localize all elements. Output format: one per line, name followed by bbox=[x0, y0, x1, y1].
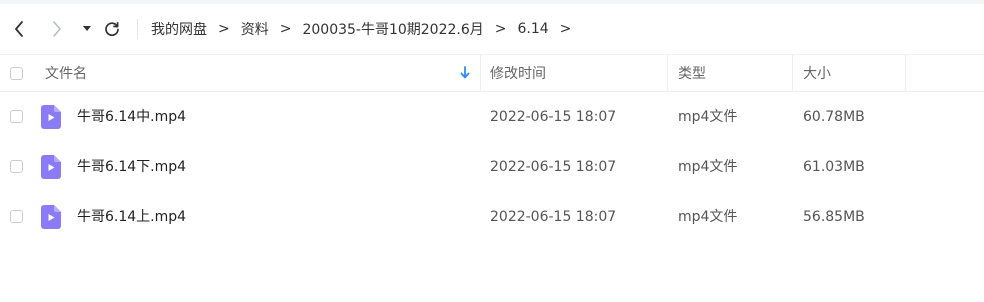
file-name[interactable]: 牛哥6.14下.mp4 bbox=[77, 157, 186, 177]
caret-down-icon bbox=[83, 26, 91, 31]
refresh-icon bbox=[105, 21, 119, 36]
file-size: 61.03MB bbox=[803, 159, 865, 175]
column-header-size[interactable]: 大小 bbox=[803, 55, 831, 91]
arrow-down-icon[interactable] bbox=[459, 65, 471, 81]
history-dropdown-button[interactable] bbox=[76, 16, 98, 42]
breadcrumb-separator: > bbox=[494, 21, 507, 37]
breadcrumb-item-course-folder[interactable]: 200035-牛哥10期2022.6月 bbox=[302, 19, 483, 39]
column-divider[interactable] bbox=[480, 55, 481, 91]
file-list-header: 文件名 修改时间 类型 大小 bbox=[0, 54, 984, 92]
breadcrumb-separator: > bbox=[218, 21, 230, 37]
column-header-type[interactable]: 类型 bbox=[678, 55, 706, 91]
file-row[interactable]: 牛哥6.14下.mp4 2022-06-15 18:07 mp4文件 61.03… bbox=[0, 142, 984, 192]
file-size: 60.78MB bbox=[803, 109, 865, 125]
chevron-right-icon bbox=[53, 21, 61, 37]
file-modified: 2022-06-15 18:07 bbox=[490, 109, 617, 125]
file-row[interactable]: 牛哥6.14上.mp4 2022-06-15 18:07 mp4文件 56.85… bbox=[0, 192, 984, 242]
file-type: mp4文件 bbox=[678, 159, 738, 175]
back-button[interactable] bbox=[8, 16, 30, 42]
column-divider[interactable] bbox=[905, 55, 906, 91]
video-file-icon bbox=[41, 205, 61, 229]
file-row[interactable]: 牛哥6.14中.mp4 2022-06-15 18:07 mp4文件 60.78… bbox=[0, 92, 984, 142]
chevron-left-icon bbox=[15, 21, 23, 37]
row-checkbox[interactable] bbox=[10, 210, 23, 223]
row-checkbox[interactable] bbox=[10, 110, 23, 123]
breadcrumb-separator: > bbox=[279, 21, 292, 37]
breadcrumb-item-root[interactable]: 我的网盘 bbox=[151, 19, 207, 39]
row-checkbox[interactable] bbox=[10, 160, 23, 173]
file-modified: 2022-06-15 18:07 bbox=[490, 159, 617, 175]
file-type: mp4文件 bbox=[678, 109, 738, 125]
file-modified: 2022-06-15 18:07 bbox=[490, 209, 617, 225]
breadcrumb-item-materials[interactable]: 资料 bbox=[241, 19, 269, 39]
column-divider[interactable] bbox=[667, 55, 668, 91]
video-file-icon bbox=[41, 155, 61, 179]
file-name[interactable]: 牛哥6.14中.mp4 bbox=[77, 107, 186, 127]
breadcrumb: 我的网盘 > 资料 > 200035-牛哥10期2022.6月 > 6.14 > bbox=[151, 19, 582, 39]
navigation-bar: 我的网盘 > 资料 > 200035-牛哥10期2022.6月 > 6.14 > bbox=[0, 4, 984, 54]
column-header-modified[interactable]: 修改时间 bbox=[490, 55, 546, 91]
forward-button[interactable] bbox=[46, 16, 68, 42]
breadcrumb-item-current[interactable]: 6.14 bbox=[518, 21, 549, 37]
video-file-icon bbox=[41, 105, 61, 129]
file-size: 56.85MB bbox=[803, 209, 865, 225]
file-type: mp4文件 bbox=[678, 209, 738, 225]
column-divider[interactable] bbox=[792, 55, 793, 91]
file-name[interactable]: 牛哥6.14上.mp4 bbox=[77, 207, 186, 227]
column-header-name[interactable]: 文件名 bbox=[45, 55, 87, 91]
breadcrumb-separator: > bbox=[559, 21, 572, 37]
nav-divider bbox=[137, 19, 138, 39]
select-all-cell bbox=[10, 55, 23, 91]
refresh-button[interactable] bbox=[101, 16, 123, 42]
select-all-checkbox[interactable] bbox=[10, 66, 23, 80]
